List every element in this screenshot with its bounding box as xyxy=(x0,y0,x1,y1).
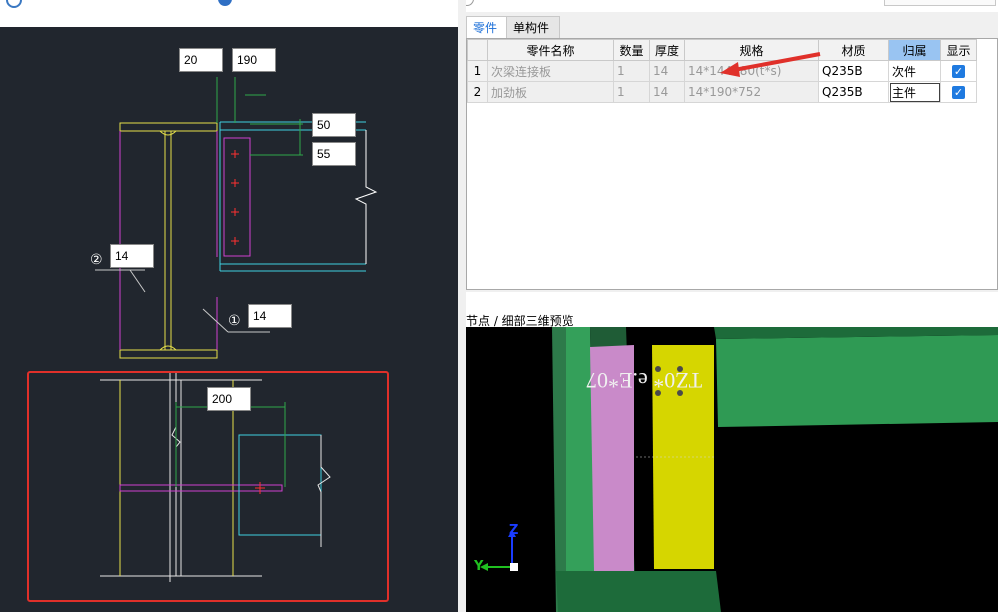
cell-thickness[interactable]: 14 xyxy=(649,60,685,82)
col-header-name[interactable]: 零件名称 xyxy=(487,39,614,61)
col-header-thickness[interactable]: 厚度 xyxy=(649,39,685,61)
col-header-qty[interactable]: 数量 xyxy=(613,39,650,61)
checkbox-checked-icon[interactable]: ✓ xyxy=(952,65,965,78)
col-header-show[interactable]: 显示 xyxy=(940,39,977,61)
3d-scene xyxy=(480,327,998,612)
radio-selected-icon[interactable] xyxy=(218,0,232,6)
3d-mirrored-text: TZ0* e.E*07 xyxy=(586,368,703,393)
cell-qty[interactable]: 1 xyxy=(613,81,650,103)
col-header-owner[interactable]: 归属 xyxy=(888,39,941,61)
top-toolbar-strip xyxy=(0,0,998,8)
dimension-input-50[interactable]: 50 xyxy=(312,113,356,137)
3d-preview-viewport[interactable]: TZ0* e.E*07 Z Y xyxy=(466,327,998,612)
radio-option-icon[interactable] xyxy=(6,0,22,8)
top-dropdown[interactable] xyxy=(884,0,996,6)
tab-parts[interactable]: 零件 xyxy=(466,16,508,39)
table-row[interactable]: 2 加劲板 1 14 14*190*752 Q235B 主件 ✓ xyxy=(467,81,977,103)
cell-name[interactable]: 加劲板 xyxy=(487,81,614,103)
cell-spec[interactable]: 14*190*752 xyxy=(684,81,819,103)
row-number: 2 xyxy=(467,81,488,103)
tab-single-member[interactable]: 单构件 xyxy=(506,16,560,39)
row-number: 1 xyxy=(467,60,488,82)
cell-owner[interactable]: 次件 xyxy=(888,60,941,82)
cell-material[interactable]: Q235B xyxy=(818,81,889,103)
axis-z-label: Z xyxy=(509,523,519,538)
part-marker-2: ② xyxy=(90,252,103,268)
cell-thickness[interactable]: 14 xyxy=(649,81,685,103)
cell-owner-selected[interactable]: 主件 xyxy=(888,81,941,103)
col-header-index xyxy=(467,39,488,61)
part-marker-1: ① xyxy=(228,313,241,329)
checkbox-checked-icon[interactable]: ✓ xyxy=(952,86,965,99)
col-header-material[interactable]: 材质 xyxy=(818,39,889,61)
red-arrow-icon xyxy=(720,52,821,77)
dimension-input-14-plate2[interactable]: 14 xyxy=(110,244,154,268)
cell-show[interactable]: ✓ xyxy=(940,60,977,82)
dimension-input-14-plate1[interactable]: 14 xyxy=(248,304,292,328)
dimension-input-190[interactable]: 190 xyxy=(232,48,276,72)
highlight-box xyxy=(27,371,389,602)
splitter[interactable] xyxy=(458,0,466,612)
dimension-input-55[interactable]: 55 xyxy=(312,142,356,166)
dimension-input-20[interactable]: 20 xyxy=(179,48,223,72)
cell-qty[interactable]: 1 xyxy=(613,60,650,82)
parts-panel: 零件 单构件 零件名称 数量 厚度 规格 材质 归属 显示 1 次梁连接板 1 xyxy=(466,12,998,292)
cell-material[interactable]: Q235B xyxy=(818,60,889,82)
cad-drawing-canvas[interactable]: 20 190 50 55 14 14 200 ② ① xyxy=(0,27,458,612)
cell-show[interactable]: ✓ xyxy=(940,81,977,103)
axis-y-label: Y xyxy=(474,559,484,574)
cell-name[interactable]: 次梁连接板 xyxy=(487,60,614,82)
